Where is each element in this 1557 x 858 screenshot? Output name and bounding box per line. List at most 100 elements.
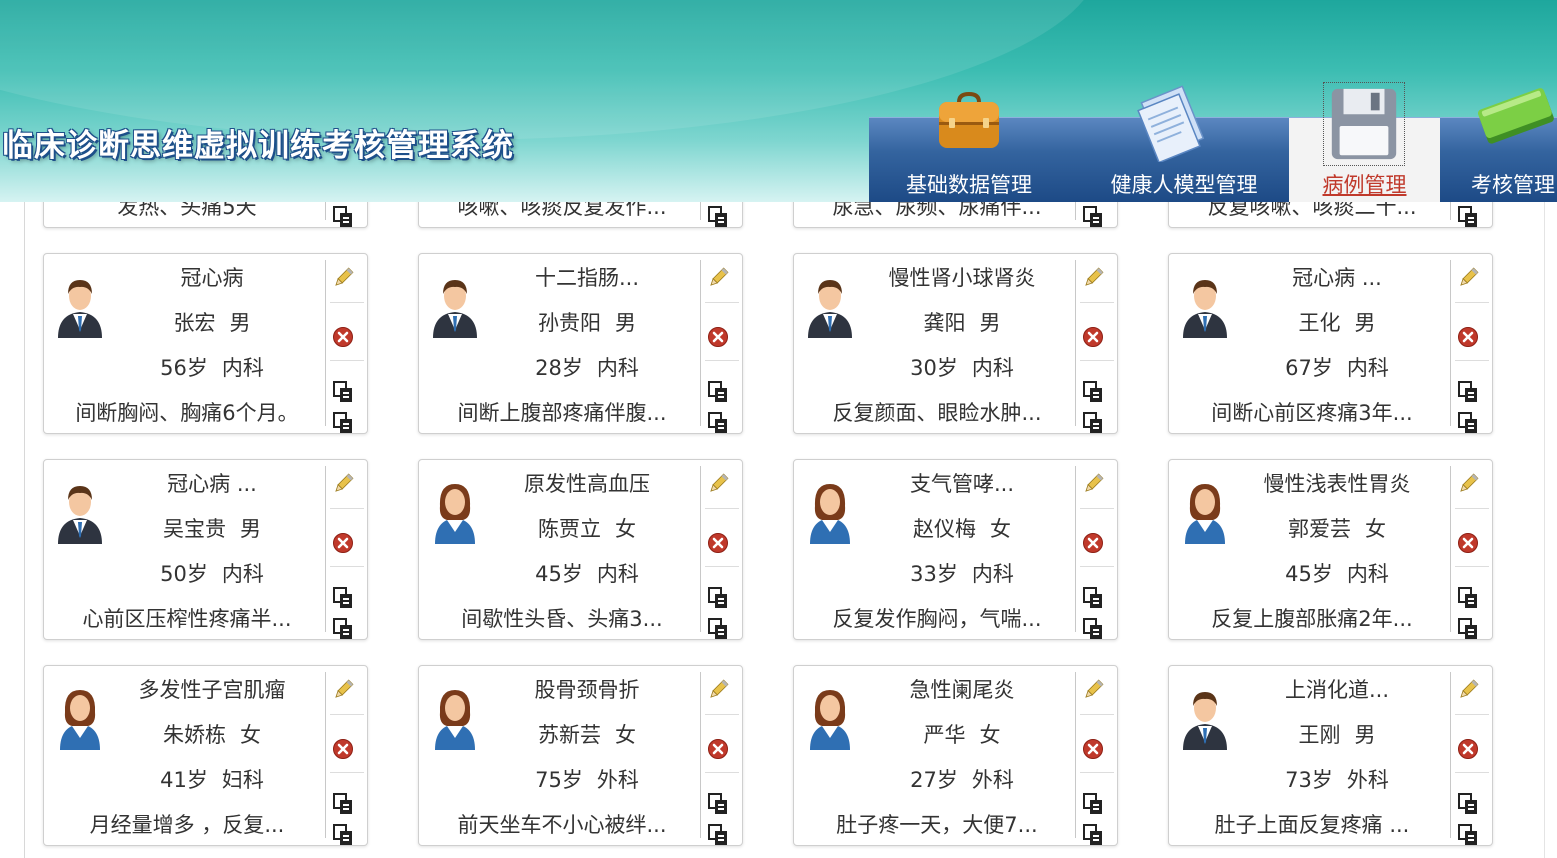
action-separator bbox=[1080, 360, 1114, 361]
card-divider bbox=[700, 466, 701, 632]
copy-icon[interactable] bbox=[332, 381, 354, 403]
edit-pencil-icon[interactable] bbox=[1082, 473, 1104, 495]
case-card[interactable]: 冠心病 张宏男 56岁 内科 间断胸闷、胸痛6个月。 bbox=[43, 253, 368, 434]
female-avatar-icon bbox=[60, 690, 100, 750]
copy-icon[interactable] bbox=[332, 793, 354, 815]
delete-icon[interactable] bbox=[1082, 532, 1104, 554]
floppy-disk-icon[interactable] bbox=[1324, 83, 1404, 165]
copy-icon[interactable] bbox=[1082, 587, 1104, 609]
copy-icon[interactable] bbox=[1457, 587, 1479, 609]
copy-icon[interactable] bbox=[1457, 206, 1479, 228]
case-card[interactable]: 支气管哮... 赵仪梅女 33岁 内科 反复发作胸闷，气喘... bbox=[793, 459, 1118, 640]
edit-pencil-icon[interactable] bbox=[1457, 679, 1479, 701]
copy-icon[interactable] bbox=[332, 587, 354, 609]
documents-icon[interactable] bbox=[1133, 82, 1215, 162]
copy-icon[interactable] bbox=[707, 587, 729, 609]
case-card[interactable]: 股骨颈骨折 苏新芸女 75岁 外科 前天坐车不小心被绊... bbox=[418, 665, 743, 846]
edit-pencil-icon[interactable] bbox=[1082, 267, 1104, 289]
copy-icon[interactable] bbox=[332, 206, 354, 228]
edit-pencil-icon[interactable] bbox=[332, 679, 354, 701]
case-diagnosis: 急性阑尾炎 bbox=[909, 678, 1015, 702]
copy-icon[interactable] bbox=[1457, 824, 1479, 846]
patient-gender: 女 bbox=[990, 517, 1011, 541]
copy-icon[interactable] bbox=[707, 793, 729, 815]
copy-icon[interactable] bbox=[707, 206, 729, 228]
delete-icon[interactable] bbox=[1082, 738, 1104, 760]
edit-pencil-icon[interactable] bbox=[707, 679, 729, 701]
case-patient: 张宏男 bbox=[174, 307, 251, 337]
case-patient: 朱娇栋女 bbox=[163, 719, 261, 749]
patient-name: 王刚 bbox=[1298, 723, 1341, 747]
copy-icon[interactable] bbox=[707, 381, 729, 403]
delete-icon[interactable] bbox=[1457, 738, 1479, 760]
case-card[interactable]: 慢性肾小球肾炎 龚阳男 30岁 内科 反复颜面、眼睑水肿... bbox=[793, 253, 1118, 434]
case-card[interactable]: 原发性高血压 陈贾立女 45岁 内科 间歇性头昏、头痛3... bbox=[418, 459, 743, 640]
case-diagnosis: 慢性浅表性胃炎 bbox=[1263, 472, 1411, 496]
delete-icon[interactable] bbox=[1457, 532, 1479, 554]
copy-icon[interactable] bbox=[1082, 381, 1104, 403]
delete-icon[interactable] bbox=[332, 738, 354, 760]
book-icon[interactable] bbox=[1474, 86, 1557, 152]
case-diagnosis: 慢性肾小球肾炎 bbox=[888, 266, 1036, 290]
female-avatar-icon bbox=[435, 690, 475, 750]
copy-icon[interactable] bbox=[1082, 412, 1104, 434]
patient-age: 27岁 bbox=[910, 768, 958, 792]
delete-icon[interactable] bbox=[332, 326, 354, 348]
delete-icon[interactable] bbox=[1457, 326, 1479, 348]
case-description: 间断上腹部疼痛伴腹... bbox=[457, 401, 667, 425]
action-separator bbox=[705, 772, 739, 773]
copy-icon[interactable] bbox=[1457, 793, 1479, 815]
delete-icon[interactable] bbox=[332, 532, 354, 554]
case-diagnosis: 原发性高血压 bbox=[524, 472, 650, 496]
case-card[interactable]: 急性阑尾炎 严华女 27岁 外科 肚子疼一天，大便7... bbox=[793, 665, 1118, 846]
case-diagnosis: 冠心病 ... bbox=[1292, 266, 1382, 290]
edit-pencil-icon[interactable] bbox=[332, 267, 354, 289]
copy-icon[interactable] bbox=[1082, 206, 1104, 228]
case-card[interactable]: 冠心病 ... 吴宝贵男 50岁 内科 心前区压榨性疼痛半... bbox=[43, 459, 368, 640]
delete-icon[interactable] bbox=[707, 326, 729, 348]
card-divider bbox=[1075, 466, 1076, 632]
copy-icon[interactable] bbox=[1082, 824, 1104, 846]
copy-icon[interactable] bbox=[1457, 412, 1479, 434]
copy-icon[interactable] bbox=[332, 618, 354, 640]
action-separator bbox=[1455, 772, 1489, 773]
copy-icon[interactable] bbox=[1457, 618, 1479, 640]
edit-pencil-icon[interactable] bbox=[1082, 679, 1104, 701]
action-separator bbox=[1080, 714, 1114, 715]
action-separator bbox=[705, 360, 739, 361]
female-avatar-icon bbox=[1185, 484, 1225, 544]
copy-icon[interactable] bbox=[332, 824, 354, 846]
right-border bbox=[1544, 200, 1545, 858]
patient-name: 赵仪梅 bbox=[913, 517, 976, 541]
case-card[interactable]: 慢性浅表性胃炎 郭爱芸女 45岁 内科 反复上腹部胀痛2年... bbox=[1168, 459, 1493, 640]
case-description: 心前区压榨性疼痛半... bbox=[82, 607, 292, 631]
edit-pencil-icon[interactable] bbox=[707, 473, 729, 495]
nav-label: 健康人模型管理 bbox=[1110, 173, 1258, 197]
card-divider bbox=[1075, 260, 1076, 426]
patient-department: 内科 bbox=[221, 562, 264, 586]
male-avatar-icon bbox=[808, 280, 852, 338]
delete-icon[interactable] bbox=[1082, 326, 1104, 348]
action-separator bbox=[1080, 302, 1114, 303]
edit-pencil-icon[interactable] bbox=[1457, 473, 1479, 495]
case-age-dept: 50岁 内科 bbox=[160, 558, 264, 588]
copy-icon[interactable] bbox=[707, 412, 729, 434]
edit-pencil-icon[interactable] bbox=[707, 267, 729, 289]
case-card[interactable]: 多发性子宫肌瘤 朱娇栋女 41岁 妇科 月经量增多 ，反复... bbox=[43, 665, 368, 846]
copy-icon[interactable] bbox=[1082, 793, 1104, 815]
copy-icon[interactable] bbox=[707, 824, 729, 846]
delete-icon[interactable] bbox=[707, 738, 729, 760]
copy-icon[interactable] bbox=[707, 618, 729, 640]
case-card[interactable]: 十二指肠... 孙贵阳男 28岁 内科 间断上腹部疼痛伴腹... bbox=[418, 253, 743, 434]
copy-icon[interactable] bbox=[1082, 618, 1104, 640]
edit-pencil-icon[interactable] bbox=[332, 473, 354, 495]
briefcase-icon[interactable] bbox=[937, 88, 1001, 152]
case-card[interactable]: 冠心病 ... 王化男 67岁 内科 间断心前区疼痛3年... bbox=[1168, 253, 1493, 434]
delete-icon[interactable] bbox=[707, 532, 729, 554]
case-description: 月经量增多 ，反复... bbox=[89, 813, 285, 837]
edit-pencil-icon[interactable] bbox=[1457, 267, 1479, 289]
case-card[interactable]: 上消化道... 王刚男 73岁 外科 肚子上面反复疼痛 ... bbox=[1168, 665, 1493, 846]
copy-icon[interactable] bbox=[1457, 381, 1479, 403]
copy-icon[interactable] bbox=[332, 412, 354, 434]
case-patient: 孙贵阳男 bbox=[538, 307, 636, 337]
